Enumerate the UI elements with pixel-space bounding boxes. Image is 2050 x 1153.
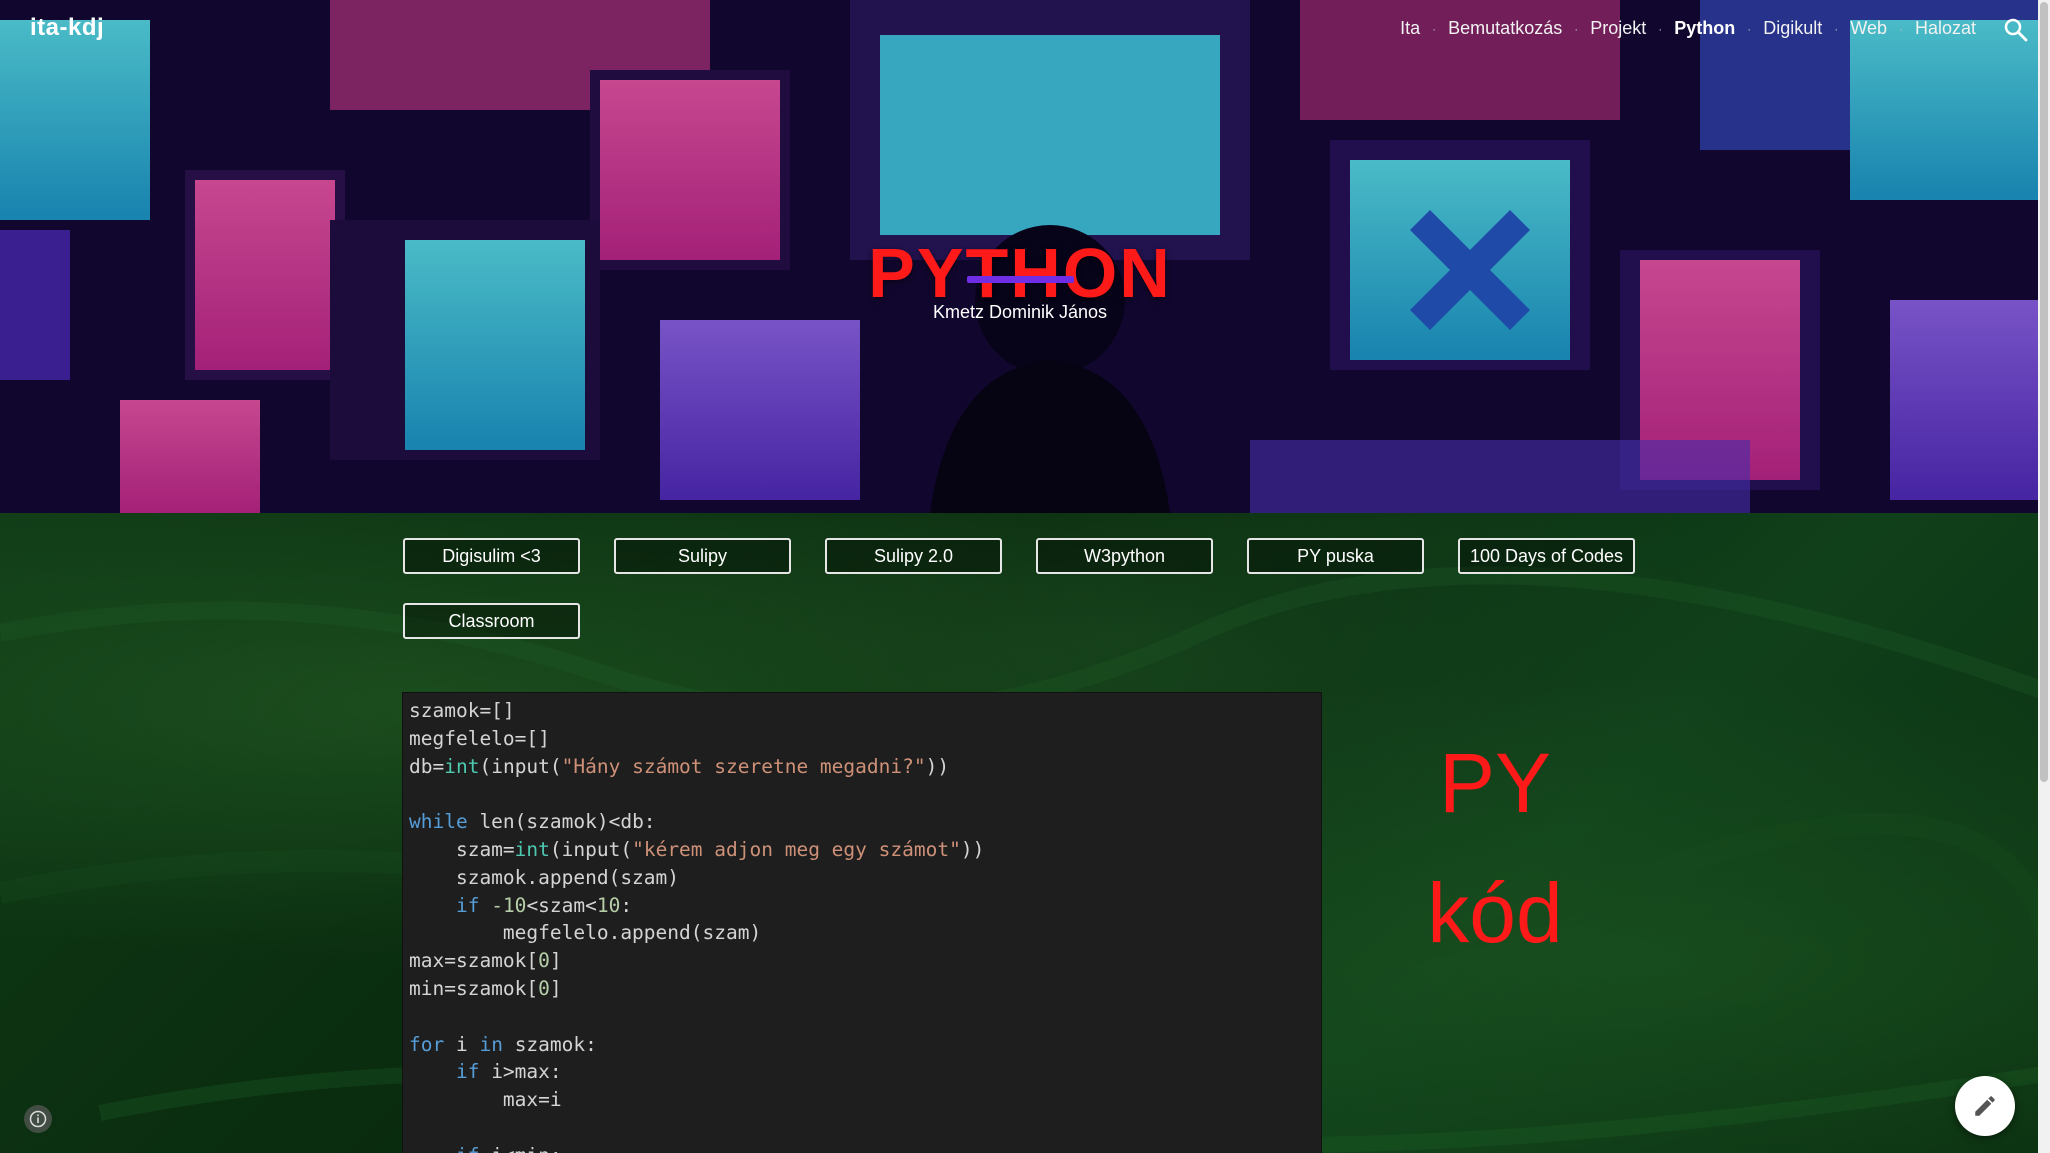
edit-button[interactable]: [1955, 1076, 2015, 1136]
nav-separator: ·: [1834, 21, 1839, 36]
nav-item-ita[interactable]: Ita: [1400, 18, 1420, 39]
code-line: db=int(input("Hány számot szeretne megad…: [409, 754, 950, 778]
code-line: megfelelo.append(szam): [409, 921, 762, 945]
code-line: while len(szamok)<db:: [409, 810, 656, 834]
page-scrollbar[interactable]: [2038, 0, 2050, 1153]
nav-item-python[interactable]: Python: [1674, 18, 1735, 39]
scrollbar-thumb[interactable]: [2040, 2, 2048, 782]
code-line: szamok=[]: [409, 699, 515, 722]
code-line: if -10<szam<10:: [455, 893, 633, 917]
page-subtitle: Kmetz Dominik János: [932, 302, 1108, 322]
py-label-line2: kód: [1427, 866, 1563, 961]
site-title[interactable]: ita-kdj: [30, 14, 104, 42]
py-puska-button[interactable]: PY puska: [1247, 538, 1424, 574]
code-line: megfelelo=[]: [409, 726, 550, 750]
search-button[interactable]: [2002, 16, 2030, 44]
nav-separator: ·: [1574, 21, 1579, 36]
title-underline: [967, 276, 1074, 283]
100-days-of-codes-button[interactable]: 100 Days of Codes: [1458, 538, 1635, 574]
w3python-button[interactable]: W3python: [1036, 538, 1213, 574]
nav-item-digikult[interactable]: Digikult: [1763, 18, 1822, 39]
nav-separator: ·: [1898, 21, 1903, 36]
code-block: szamok=[] megfelelo=[] db=int(input("Hán…: [403, 693, 1321, 1153]
nav-item-projekt[interactable]: Projekt: [1590, 18, 1646, 39]
code-line: min=szamok[0]: [409, 976, 562, 1000]
info-icon: [29, 1110, 47, 1128]
nav-item-bemutatkozas[interactable]: Bemutatkozás: [1448, 18, 1562, 39]
nav-separator: ·: [1432, 21, 1437, 36]
py-label-line1: PY: [1438, 736, 1552, 830]
code-line: if i>max:: [455, 1060, 562, 1084]
code-screenshot: szamok=[] megfelelo=[] db=int(input("Hán…: [403, 693, 1321, 1153]
info-button[interactable]: [24, 1105, 52, 1133]
pencil-icon: [1975, 1096, 1995, 1116]
search-icon: [2004, 18, 2028, 42]
code-line: max=szamok[0]: [409, 949, 562, 973]
main-content: Digisulim <3 Sulipy Sulipy 2.0 W3python …: [0, 513, 2050, 1153]
classroom-button[interactable]: Classroom: [403, 603, 580, 639]
nav-separator: ·: [1747, 21, 1752, 36]
sulipy-button[interactable]: Sulipy: [614, 538, 791, 574]
top-navigation: Ita · Bemutatkozás · Projekt · Python · …: [1400, 18, 1976, 39]
hero-banner: ita-kdj Ita · Bemutatkozás · Projekt · P…: [0, 0, 2050, 513]
sulipy-2-button[interactable]: Sulipy 2.0: [825, 538, 1002, 574]
code-line: szam=int(input("kérem adjon meg egy szám…: [409, 837, 985, 861]
code-line: for i in szamok:: [409, 1032, 597, 1056]
nav-item-web[interactable]: Web: [1850, 18, 1887, 39]
nav-separator: ·: [1658, 21, 1663, 36]
page-title: PYTHON: [868, 233, 1172, 312]
nav-item-halozat[interactable]: Halozat: [1915, 18, 1976, 39]
code-line: if i<min:: [409, 1144, 562, 1153]
code-line: szamok.append(szam): [409, 865, 680, 889]
py-kod-label: PY kód: [1400, 718, 1590, 978]
code-line: max=i: [409, 1088, 562, 1112]
digisulim-button[interactable]: Digisulim <3: [403, 538, 580, 574]
